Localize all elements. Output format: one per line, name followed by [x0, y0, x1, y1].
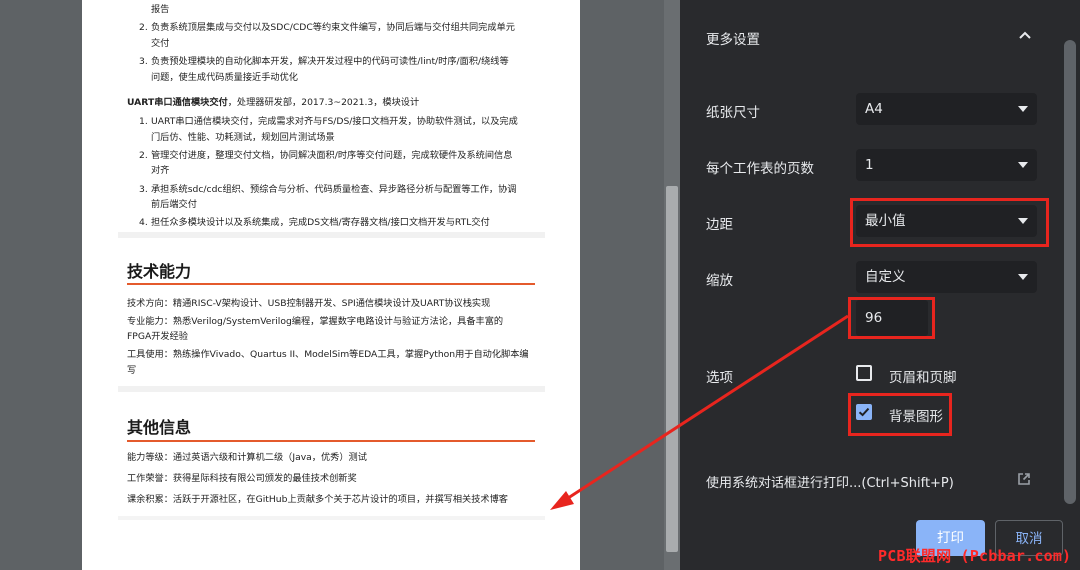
- watermark: PCB联盟网 (Pcbbar.com): [878, 547, 1072, 565]
- annotation-arrow: [550, 314, 849, 510]
